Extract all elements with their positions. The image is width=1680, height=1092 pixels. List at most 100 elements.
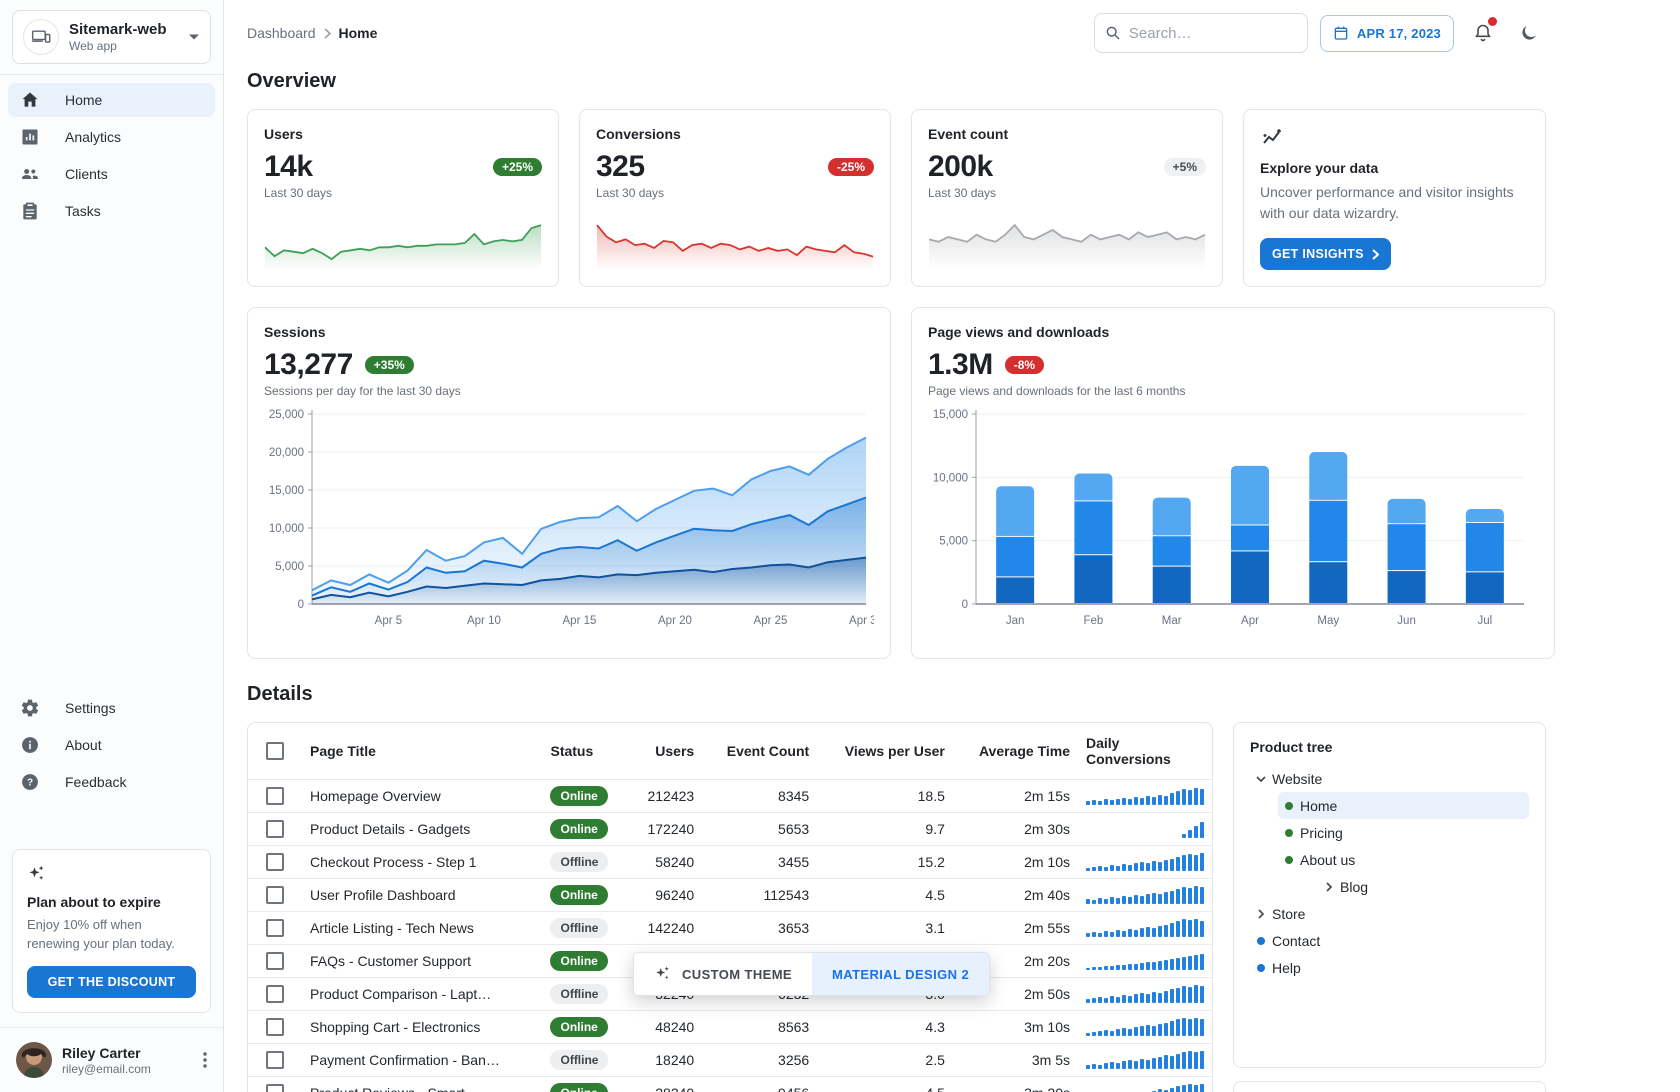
table-row[interactable]: Article Listing - Tech NewsOffline142240… xyxy=(248,912,1212,945)
trend-chip: +25% xyxy=(493,158,542,176)
tree-item-help[interactable]: Help xyxy=(1250,954,1529,981)
value-cell: 8345 xyxy=(702,780,817,813)
svg-text:Apr 20: Apr 20 xyxy=(658,615,692,627)
row-checkbox[interactable] xyxy=(266,886,284,904)
plan-card-title: Plan about to expire xyxy=(27,894,196,910)
row-checkbox[interactable] xyxy=(266,952,284,970)
tree-item-label: Home xyxy=(1300,798,1337,814)
tree-bullet xyxy=(1278,802,1300,810)
date-picker-button[interactable]: APR 17, 2023 xyxy=(1320,15,1454,52)
tree-item-website[interactable]: Website xyxy=(1250,765,1529,792)
tree-item-home[interactable]: Home xyxy=(1278,792,1529,819)
status-badge: Offline xyxy=(550,1050,608,1070)
help-icon: ? xyxy=(20,772,40,792)
column-header-average-time[interactable]: Average Time xyxy=(953,723,1078,780)
value-cell: 2m 15s xyxy=(953,780,1078,813)
column-header-views-per-user[interactable]: Views per User xyxy=(817,723,953,780)
page-title-cell: Checkout Process - Step 1 xyxy=(302,846,542,879)
tree-item-blog[interactable]: Blog xyxy=(1318,873,1529,900)
row-checkbox[interactable] xyxy=(266,853,284,871)
column-header-daily-conversions[interactable]: Daily Conversions xyxy=(1078,723,1212,780)
get-insights-button[interactable]: GET INSIGHTS xyxy=(1260,238,1391,270)
status-badge: Offline xyxy=(550,852,608,872)
get-discount-button[interactable]: GET THE DISCOUNT xyxy=(27,966,196,998)
sidebar-item-tasks[interactable]: Tasks xyxy=(8,194,215,228)
svg-text:25,000: 25,000 xyxy=(269,409,304,421)
tree-item-label: About us xyxy=(1300,852,1355,868)
sparkline-chart xyxy=(928,216,1206,270)
tree-bullet xyxy=(1250,937,1272,945)
svg-text:May: May xyxy=(1317,615,1339,627)
table-row[interactable]: Product Reviews - Smart…Online2824094564… xyxy=(248,1077,1212,1092)
page-title-cell: Product Comparison - Lapt… xyxy=(302,978,542,1011)
tree-item-store[interactable]: Store xyxy=(1250,900,1529,927)
material-design-2-button[interactable]: MATERIAL DESIGN 2 xyxy=(812,953,989,995)
pageviews-card: Page views and downloads 1.3M -8% Page v… xyxy=(911,307,1555,659)
row-checkbox[interactable] xyxy=(266,985,284,1003)
stat-value: 14k xyxy=(264,150,313,184)
column-header-event-count[interactable]: Event Count xyxy=(702,723,817,780)
gear-icon xyxy=(20,698,40,718)
tree-item-about-us[interactable]: About us xyxy=(1278,846,1529,873)
row-checkbox[interactable] xyxy=(266,1018,284,1036)
sidebar-nav: Home Analytics ClientsTasks xyxy=(0,75,223,236)
value-cell: 9.7 xyxy=(817,813,953,846)
daily-conversions-sparkbar xyxy=(1078,879,1212,912)
sidebar-item-feedback[interactable]: ?Feedback xyxy=(8,765,215,799)
table-row[interactable]: Payment Confirmation - Ban…Offline182403… xyxy=(248,1044,1212,1077)
sidebar-item-analytics[interactable]: Analytics xyxy=(8,120,215,154)
value-cell: 18240 xyxy=(629,1044,702,1077)
status-badge: Online xyxy=(550,951,607,971)
svg-text:Jul: Jul xyxy=(1478,615,1493,627)
row-checkbox[interactable] xyxy=(266,1051,284,1069)
page-title-cell: FAQs - Customer Support xyxy=(302,945,542,978)
custom-theme-button[interactable]: CUSTOM THEME xyxy=(634,953,812,995)
table-row[interactable]: Checkout Process - Step 1Offline58240345… xyxy=(248,846,1212,879)
row-checkbox[interactable] xyxy=(266,787,284,805)
notification-badge xyxy=(1488,17,1497,26)
column-header-users[interactable]: Users xyxy=(629,723,702,780)
sidebar-item-about[interactable]: About xyxy=(8,728,215,762)
sidebar-item-home[interactable]: Home xyxy=(8,83,215,117)
table-row[interactable]: User Profile DashboardOnline962401125434… xyxy=(248,879,1212,912)
stat-card-title: Conversions xyxy=(596,126,874,142)
table-row[interactable]: Shopping Cart - ElectronicsOnline4824085… xyxy=(248,1011,1212,1044)
page-title-cell: User Profile Dashboard xyxy=(302,879,542,912)
dark-mode-toggle[interactable] xyxy=(1512,16,1546,50)
row-checkbox[interactable] xyxy=(266,1084,284,1092)
page-title-cell: Payment Confirmation - Ban… xyxy=(302,1044,542,1077)
user-menu-button[interactable] xyxy=(199,1048,211,1072)
workspace-selector[interactable]: Sitemark-web Web app xyxy=(12,10,211,64)
nav-item-label: Analytics xyxy=(65,129,121,145)
additional-panel xyxy=(1233,1081,1546,1092)
pageviews-value: 1.3M xyxy=(928,348,993,382)
user-name: Riley Carter xyxy=(62,1045,151,1061)
status-badge: Online xyxy=(550,1017,607,1037)
users-stat-card: Users14k+25%Last 30 days xyxy=(247,109,559,287)
column-header-status[interactable]: Status xyxy=(542,723,628,780)
theme-toggle-group: CUSTOM THEME MATERIAL DESIGN 2 xyxy=(633,952,990,996)
product-tree: Website Home Pricing About us BlogStoreConta… xyxy=(1250,765,1529,981)
search-input[interactable] xyxy=(1129,25,1289,42)
table-row[interactable]: Product Details - GadgetsOnline172240565… xyxy=(248,813,1212,846)
sidebar-secondary-nav: SettingsAbout?Feedback xyxy=(0,683,223,807)
column-header-page-title[interactable]: Page Title xyxy=(302,723,542,780)
notifications-button[interactable] xyxy=(1466,16,1500,50)
select-all-checkbox[interactable] xyxy=(266,742,284,760)
nav-item-label: Home xyxy=(65,92,102,108)
sidebar-item-clients[interactable]: Clients xyxy=(8,157,215,191)
table-row[interactable]: Homepage OverviewOnline212423834518.52m … xyxy=(248,780,1212,813)
svg-text:10,000: 10,000 xyxy=(933,472,968,484)
value-cell: 2.5 xyxy=(817,1044,953,1077)
tree-item-contact[interactable]: Contact xyxy=(1250,927,1529,954)
overview-title: Overview xyxy=(247,70,1546,93)
breadcrumb-dashboard[interactable]: Dashboard xyxy=(247,25,316,41)
row-checkbox[interactable] xyxy=(266,919,284,937)
svg-text:Apr 10: Apr 10 xyxy=(467,615,501,627)
svg-text:10,000: 10,000 xyxy=(269,523,304,535)
value-cell: 15.2 xyxy=(817,846,953,879)
tree-item-pricing[interactable]: Pricing xyxy=(1278,819,1529,846)
sidebar-item-settings[interactable]: Settings xyxy=(8,691,215,725)
row-checkbox[interactable] xyxy=(266,820,284,838)
value-cell: 3m 20s xyxy=(953,1077,1078,1092)
